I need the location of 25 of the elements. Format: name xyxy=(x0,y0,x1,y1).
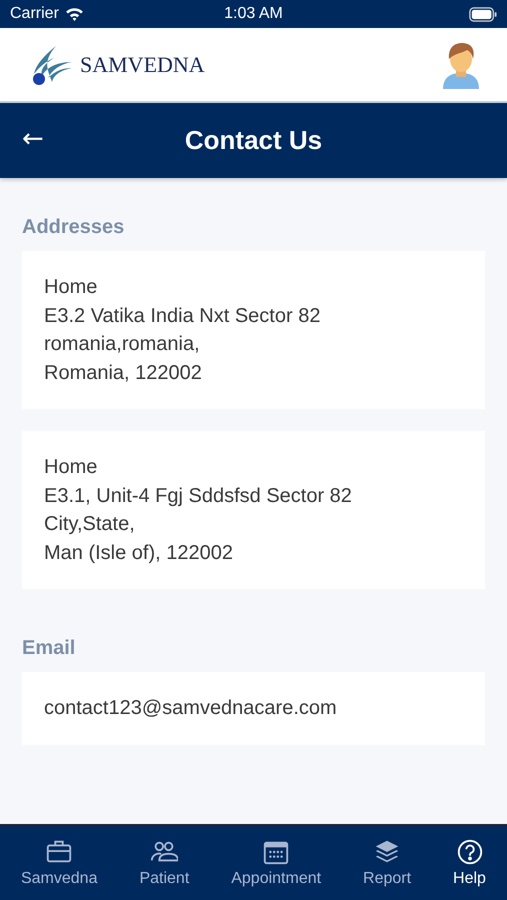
tab-briefcase[interactable]: Samvedna xyxy=(20,838,98,888)
card-text-line: E3.2 Vatika India Nxt Sector 82 xyxy=(44,304,322,328)
wifi-icon xyxy=(64,7,84,21)
carrier-label: Carrier xyxy=(10,5,59,23)
help-icon xyxy=(456,838,484,866)
section-heading: Addresses xyxy=(22,216,126,239)
card-text-line: contact123@samvednacare.com xyxy=(44,696,338,721)
tab-layers[interactable]: Report xyxy=(363,838,412,888)
logo-text: SAMVEDNA xyxy=(80,52,205,78)
back-button[interactable]: ← xyxy=(0,124,58,158)
card-text-line: E3.1, Unit-4 Fgj Sddsfsd Sector 82 xyxy=(44,484,353,508)
tab-people[interactable]: Patient xyxy=(139,838,190,888)
card-text-line: Romania, 122002 xyxy=(44,360,203,386)
card-text-line: Man (Isle of), 122002 xyxy=(44,540,234,566)
battery-icon xyxy=(469,6,497,22)
clock: 1:03 AM xyxy=(223,5,284,23)
tab-help[interactable]: Help xyxy=(453,838,486,888)
avatar-icon[interactable] xyxy=(441,40,481,88)
page-title: Contact Us xyxy=(184,125,324,156)
section-heading: Email xyxy=(22,637,76,660)
card-text-line: Home xyxy=(44,275,98,300)
card-text-line: Home xyxy=(44,455,98,480)
tab-calendar[interactable]: Appointment xyxy=(231,838,322,888)
card-text-line: City,State, xyxy=(44,512,136,537)
card-text-line: romania,romania, xyxy=(44,332,201,357)
